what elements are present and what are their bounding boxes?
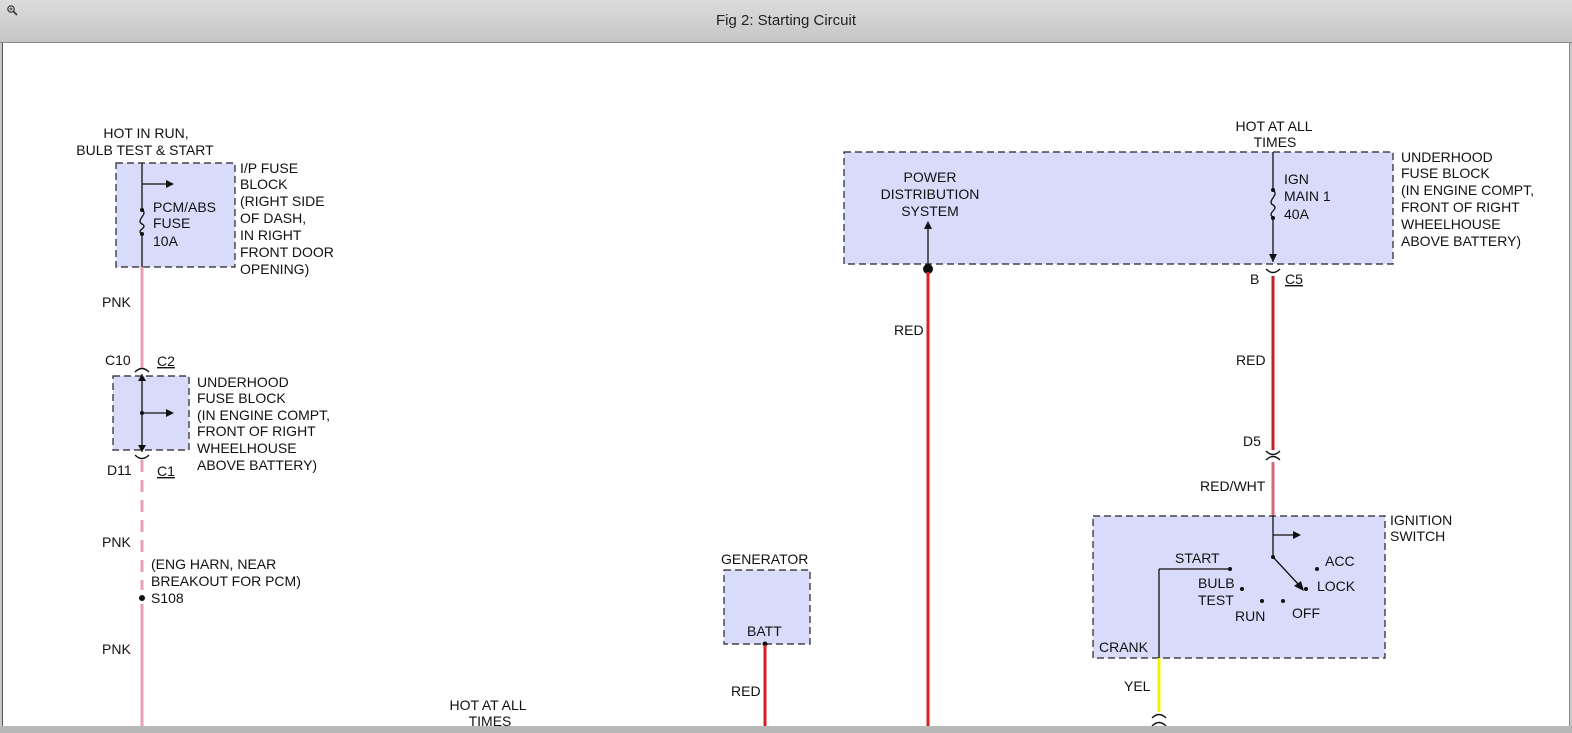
pnk-wire-label-2: PNK [102, 534, 131, 550]
connector-c1-label: C1 [157, 463, 175, 479]
connector-d11-label: D11 [107, 462, 132, 478]
yel-wire-label: YEL [1124, 678, 1151, 694]
ign-switch-label-2: SWITCH [1390, 528, 1445, 544]
red-wire-ign-label: RED [1236, 352, 1266, 368]
uh-right-label-6: ABOVE BATTERY) [1401, 233, 1521, 249]
uh-left-label-1: UNDERHOOD [197, 374, 289, 390]
red-wht-wire-label: RED/WHT [1200, 478, 1266, 494]
uh-left-label-6: ABOVE BATTERY) [197, 457, 317, 473]
eng-harn-label-2: BREAKOUT FOR PCM) [151, 573, 301, 589]
red-wire-generator-label: RED [731, 683, 761, 699]
ip-block-label-1: I/P FUSE [240, 160, 298, 176]
pds-label-3: SYSTEM [901, 203, 959, 219]
switch-acc-label: ACC [1325, 553, 1355, 569]
batt-terminal-label: BATT [747, 623, 782, 639]
uh-right-label-2: FUSE BLOCK [1401, 165, 1490, 181]
pnk-wire-label-3: PNK [102, 641, 131, 657]
ip-block-label-2: BLOCK [240, 176, 288, 192]
generator-label: GENERATOR [721, 551, 808, 567]
ip-block-label-3: (RIGHT SIDE [240, 193, 325, 209]
pin-b-label: B [1250, 271, 1259, 287]
pcm-fuse-label-2: FUSE [153, 215, 190, 231]
switch-run-label: RUN [1235, 608, 1265, 624]
connector-c5-symbol [1265, 268, 1281, 274]
bottom-scroll-edge [0, 726, 1572, 733]
splice-s108-dot [139, 595, 145, 601]
switch-lock-label: LOCK [1317, 578, 1356, 594]
pds-label-1: POWER [904, 169, 957, 185]
hot-all-times-bottom-label-1: HOT AT ALL [449, 697, 526, 713]
uh-left-label-4: FRONT OF RIGHT [197, 423, 316, 439]
switch-test-label: TEST [1198, 592, 1234, 608]
connector-c2-label: C2 [157, 353, 175, 369]
pds-label-2: DISTRIBUTION [881, 186, 980, 202]
ip-block-label-5: IN RIGHT [240, 227, 302, 243]
ign-fuse-label-2: MAIN 1 [1284, 188, 1331, 204]
ign-fuse-label-3: 40A [1284, 206, 1310, 222]
window-title: Fig 2: Starting Circuit [715, 12, 857, 29]
wiring-diagram-canvas[interactable]: HOT IN RUN, BULB TEST & START PCM/ABS FU… [2, 43, 1570, 726]
switch-bulb-label: BULB [1198, 575, 1235, 591]
uh-left-label-3: (IN ENGINE COMPT, [197, 407, 330, 423]
hot-all-times-top-label-1: HOT AT ALL [1235, 118, 1312, 134]
connector-c1-symbol [134, 454, 150, 460]
connector-c5-label: C5 [1285, 271, 1303, 287]
ip-block-label-7: OPENING) [240, 261, 309, 277]
hot-all-times-top-label-2: TIMES [1254, 134, 1297, 150]
ign-switch-label-1: IGNITION [1390, 512, 1452, 528]
starting-circuit-diagram: HOT IN RUN, BULB TEST & START PCM/ABS FU… [76, 118, 1534, 726]
title-bar: Fig 2: Starting Circuit [0, 0, 1572, 43]
connector-c10-label: C10 [105, 352, 131, 368]
eng-harn-label-1: (ENG HARN, NEAR [151, 556, 276, 572]
uh-right-label-1: UNDERHOOD [1401, 149, 1493, 165]
switch-start-label: START [1175, 550, 1220, 566]
uh-left-label-2: FUSE BLOCK [197, 390, 286, 406]
uh-left-label-5: WHEELHOUSE [197, 440, 297, 456]
connector-bottom-symbol [1151, 713, 1167, 726]
connector-c2-symbol [134, 367, 150, 373]
hot-all-times-bottom-label-2: TIMES [469, 713, 512, 726]
pcm-fuse-label-3: 10A [153, 233, 179, 249]
ip-block-label-6: FRONT DOOR [240, 244, 334, 260]
ip-block-label-4: OF DASH, [240, 210, 306, 226]
diagram-viewer-window: Fig 2: Starting Circuit HOT IN RUN, BULB… [0, 0, 1572, 733]
bulb-test-start-label: BULB TEST & START [76, 142, 214, 158]
switch-crank-label: CRANK [1099, 639, 1149, 655]
pcm-fuse-label-1: PCM/ABS [153, 199, 216, 215]
hot-in-run-label: HOT IN RUN, [103, 125, 188, 141]
connector-d5-label: D5 [1243, 433, 1261, 449]
ign-fuse-label-1: IGN [1284, 171, 1309, 187]
red-wire-pds-label: RED [894, 322, 924, 338]
switch-off-label: OFF [1292, 605, 1320, 621]
uh-right-label-4: FRONT OF RIGHT [1401, 199, 1520, 215]
pnk-wire-label-1: PNK [102, 294, 131, 310]
connector-d5-symbol [1265, 450, 1281, 461]
uh-right-label-3: (IN ENGINE COMPT, [1401, 182, 1534, 198]
splice-s108-label: S108 [151, 590, 184, 606]
uh-right-label-5: WHEELHOUSE [1401, 216, 1501, 232]
